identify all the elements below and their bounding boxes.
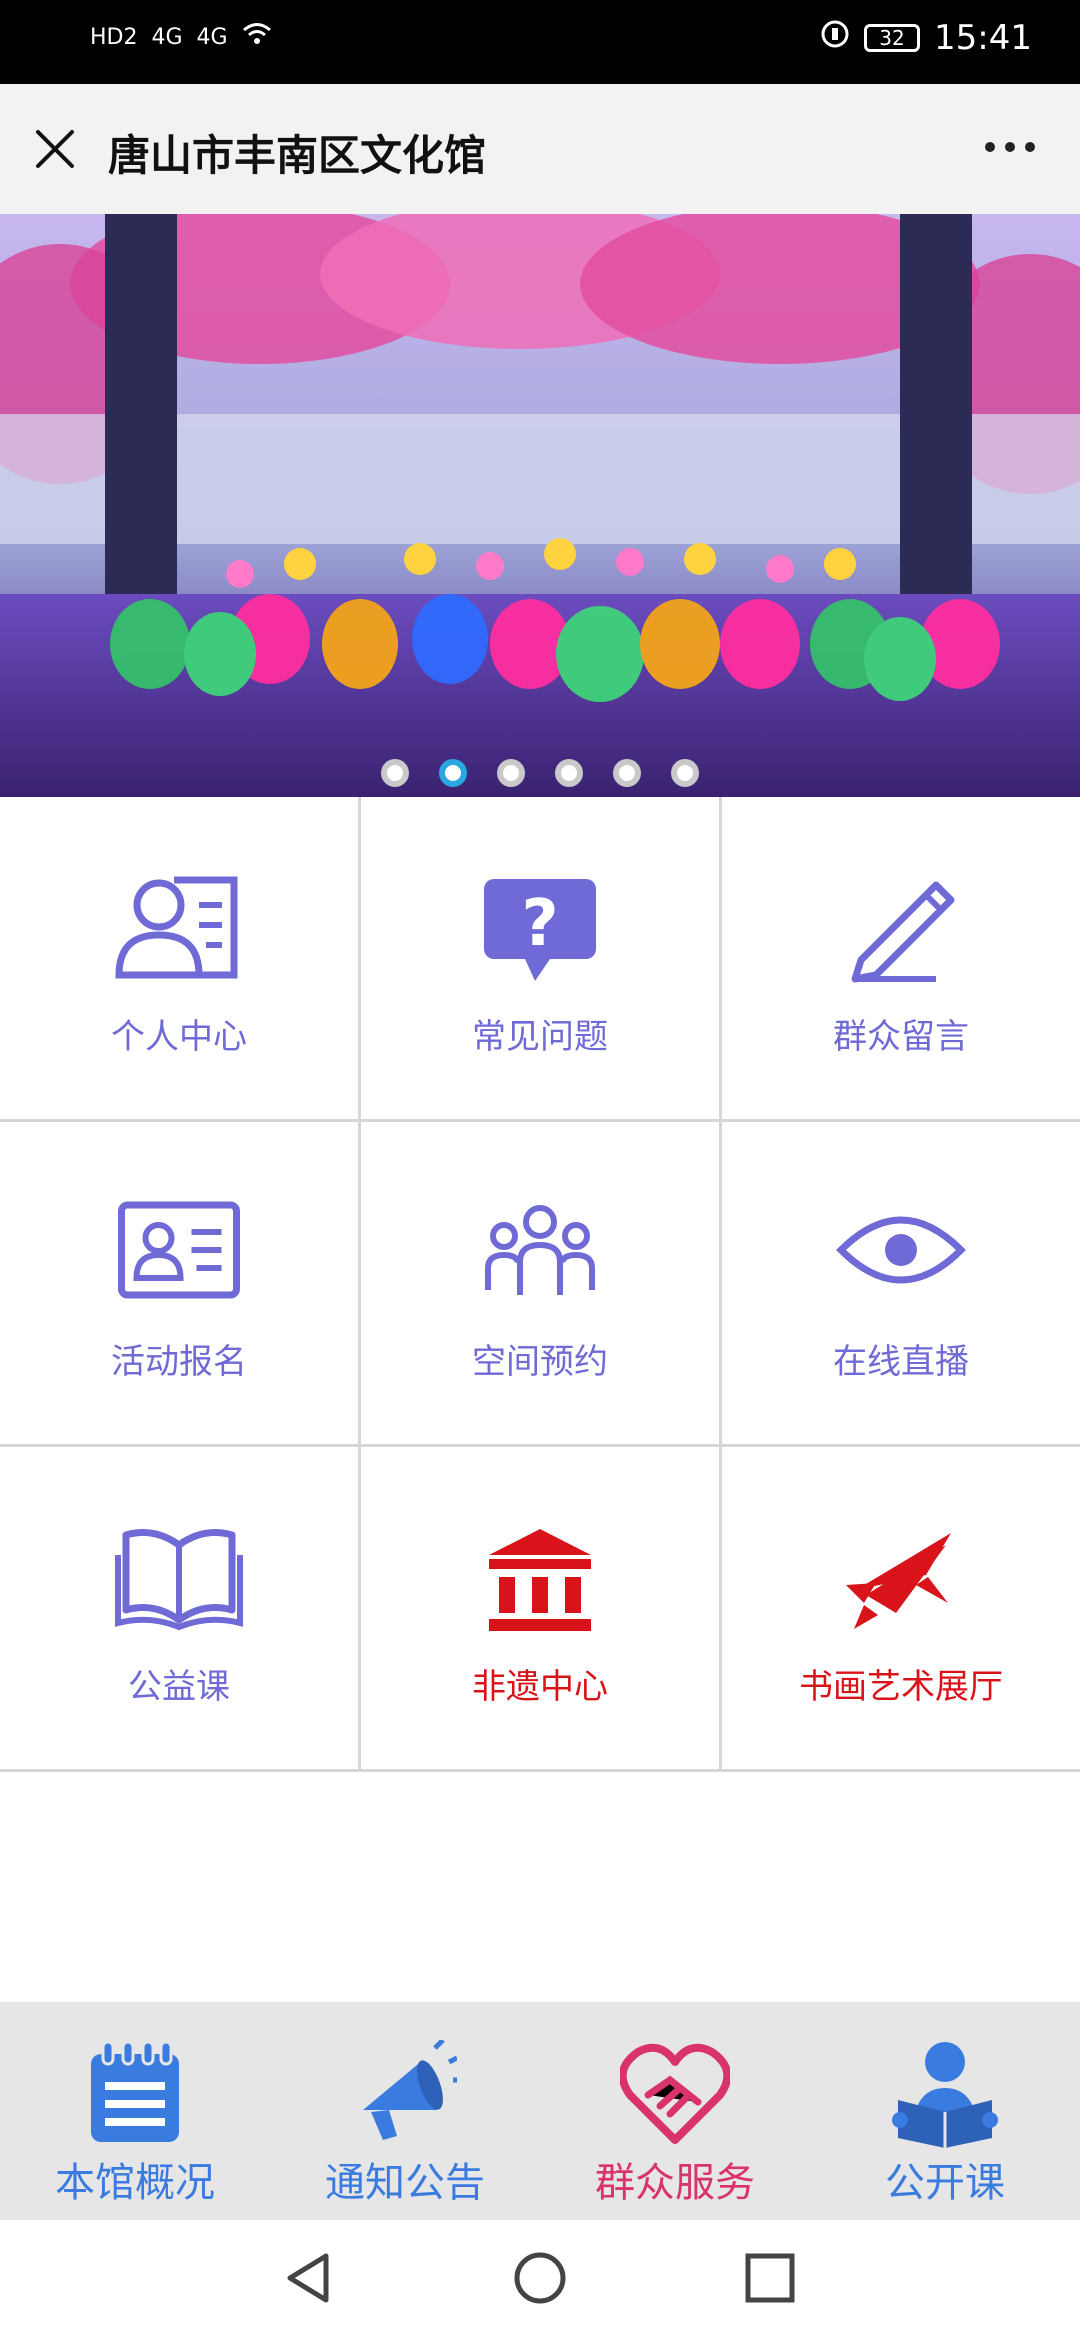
more-dots-icon <box>985 142 1035 152</box>
grid-item-faq[interactable]: ? 常见问题 <box>361 797 722 1122</box>
nav-item-public-service[interactable]: 群众服务 <box>540 2002 810 2220</box>
close-button[interactable] <box>30 124 80 174</box>
grid-item-space-booking[interactable]: 空间预约 <box>361 1122 722 1447</box>
nav-item-label: 本馆概况 <box>55 2160 215 2206</box>
vibrate-icon <box>820 18 850 58</box>
service-grid: 个人中心 ? 常见问题 群众留言 活动报名 空间预约 在线直播 公益课 非遗中心… <box>0 797 1080 1772</box>
grid-item-public-message[interactable]: 群众留言 <box>722 797 1080 1122</box>
home-circle-icon <box>514 2252 566 2304</box>
nav-item-overview[interactable]: 本馆概况 <box>0 2002 270 2220</box>
grid-item-event-signup[interactable]: 活动报名 <box>0 1122 361 1447</box>
nav-item-label: 通知公告 <box>325 2160 485 2206</box>
grid-item-label: 群众留言 <box>833 1017 969 1057</box>
open-book-icon <box>115 1529 243 1630</box>
recents-square-icon <box>745 2253 795 2303</box>
grid-item-label: 在线直播 <box>833 1342 969 1382</box>
signal-4g-2: 4G <box>196 24 228 50</box>
grid-item-label: 常见问题 <box>472 1017 608 1057</box>
grid-item-label: 活动报名 <box>111 1342 247 1382</box>
system-nav-bar <box>0 2220 1080 2340</box>
people-group-icon <box>485 1205 595 1295</box>
hd-indicator: HD2 <box>90 24 138 50</box>
notepad-icon <box>91 2040 179 2142</box>
carousel-dot[interactable] <box>555 759 583 787</box>
nav-item-label: 公开课 <box>885 2160 1005 2206</box>
question-bubble-icon: ? <box>484 879 596 981</box>
status-right: 32 15:41 <box>820 18 1032 58</box>
handshake-heart-icon <box>620 2043 730 2144</box>
signal-4g-1: 4G <box>151 24 183 50</box>
grid-item-personal-center[interactable]: 个人中心 <box>0 797 361 1122</box>
grid-item-label: 非遗中心 <box>472 1667 608 1707</box>
reader-icon <box>892 2042 998 2148</box>
grid-item-art-gallery[interactable]: 书画艺术展厅 <box>722 1447 1080 1772</box>
carousel-dot[interactable] <box>497 759 525 787</box>
grid-item-label: 空间预约 <box>472 1342 608 1382</box>
megaphone-icon <box>363 2040 457 2140</box>
grid-item-public-class[interactable]: 公益课 <box>0 1447 361 1772</box>
carousel-dot[interactable] <box>671 759 699 787</box>
grid-item-label: 个人中心 <box>111 1017 247 1057</box>
app-titlebar: 唐山市丰南区文化馆 <box>0 84 1080 214</box>
banner-image <box>0 214 1080 797</box>
grid-item-label: 公益课 <box>128 1667 230 1707</box>
wifi-icon <box>242 22 272 52</box>
banner-carousel[interactable] <box>0 214 1080 797</box>
svg-text:?: ? <box>521 887 558 961</box>
recents-button[interactable] <box>742 2250 798 2310</box>
grid-item-label: 书画艺术展厅 <box>799 1667 1003 1707</box>
more-button[interactable] <box>980 132 1040 162</box>
page-title: 唐山市丰南区文化馆 <box>108 131 487 180</box>
battery-indicator: 32 <box>864 24 921 52</box>
nav-item-label: 群众服务 <box>595 2160 755 2206</box>
status-bar: HD2 4G 4G 32 15:41 <box>0 0 1080 84</box>
carousel-dot-active[interactable] <box>439 759 467 787</box>
id-card-icon <box>118 1201 240 1299</box>
eye-icon <box>836 1216 966 1284</box>
carousel-indicators <box>0 759 1080 787</box>
back-triangle-icon <box>287 2253 329 2303</box>
pencil-icon <box>851 881 955 983</box>
grid-item-live-stream[interactable]: 在线直播 <box>722 1122 1080 1447</box>
close-icon <box>36 130 74 168</box>
person-card-icon <box>115 876 238 979</box>
carousel-dot[interactable] <box>381 759 409 787</box>
museum-icon <box>489 1529 591 1631</box>
clock: 15:41 <box>934 18 1032 58</box>
bottom-nav: 本馆概况 通知公告 群众服务 公开课 <box>0 2002 1080 2220</box>
network-indicators: HD2 4G 4G <box>90 22 272 52</box>
back-button[interactable] <box>280 2250 336 2310</box>
home-button[interactable] <box>512 2250 568 2310</box>
brush-rocket-icon <box>846 1533 951 1629</box>
nav-item-open-class[interactable]: 公开课 <box>810 2002 1080 2220</box>
grid-item-heritage-center[interactable]: 非遗中心 <box>361 1447 722 1772</box>
carousel-dot[interactable] <box>613 759 641 787</box>
nav-item-notices[interactable]: 通知公告 <box>270 2002 540 2220</box>
